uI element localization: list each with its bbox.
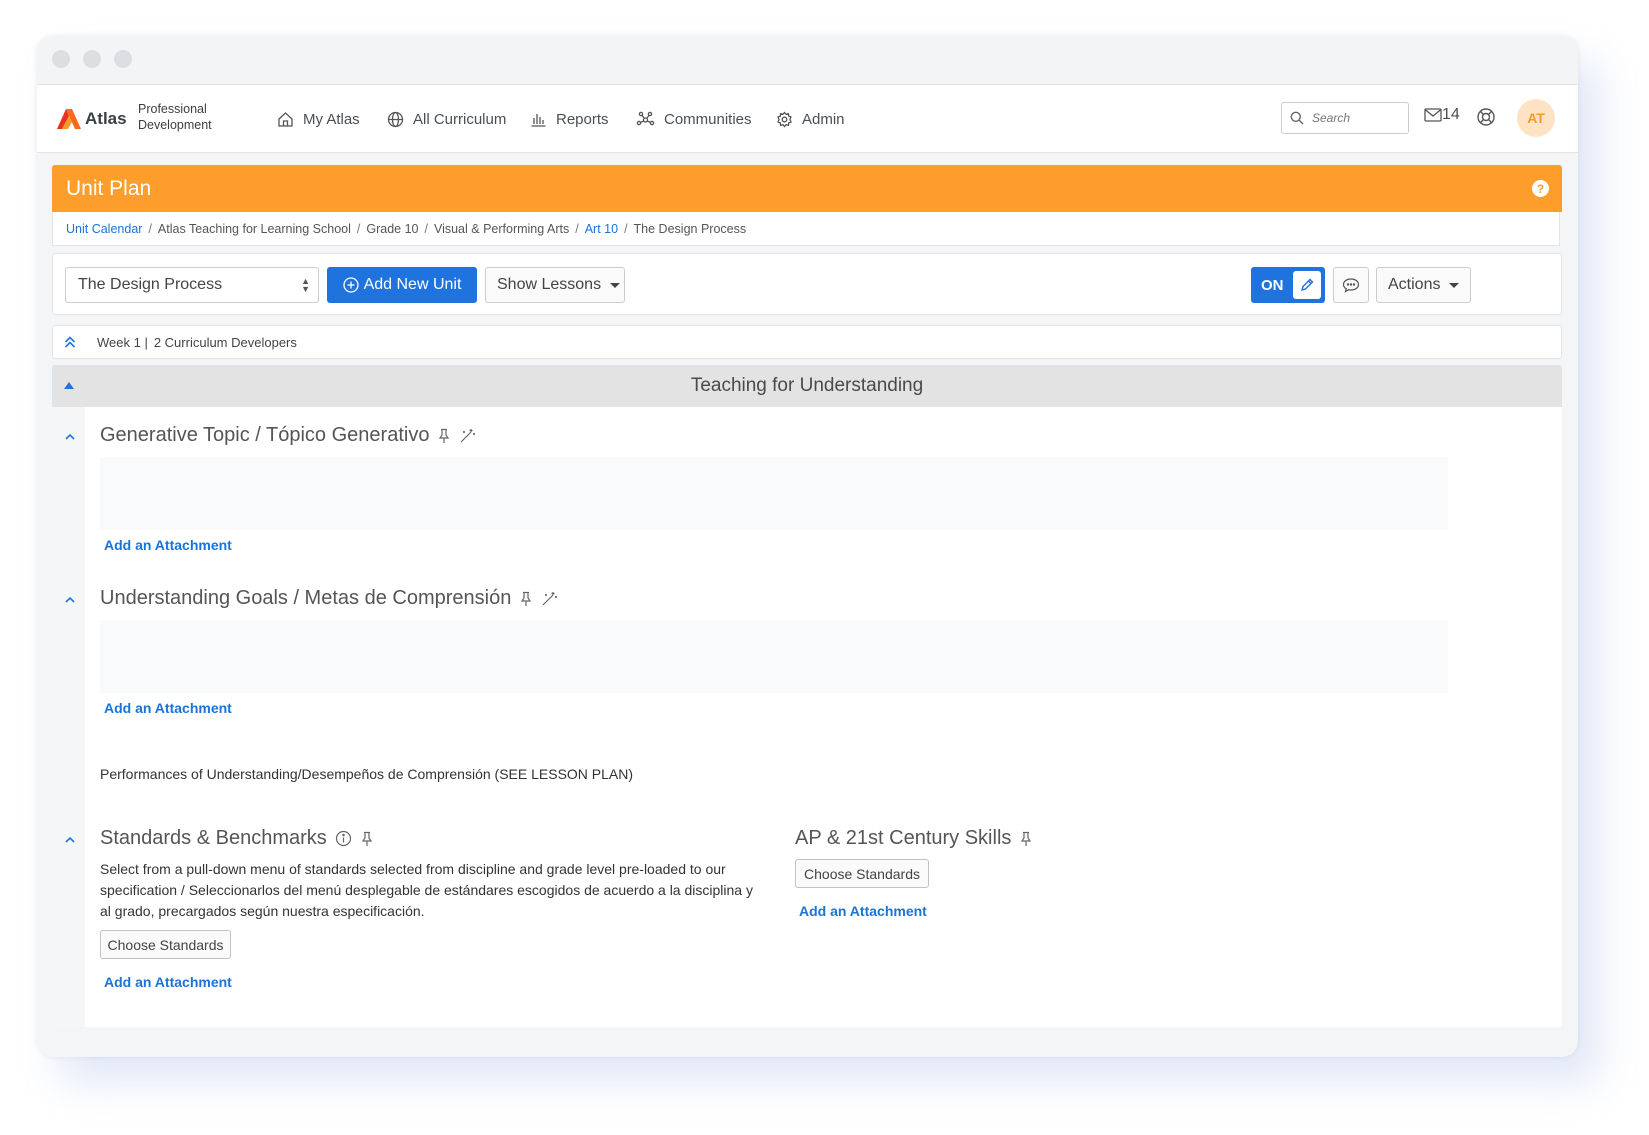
window-titlebar [37,36,1578,85]
window-maximize-dot[interactable] [114,50,132,68]
gear-icon [777,110,792,128]
nav-all-curriculum-label: All Curriculum [413,110,507,128]
chevron-up-icon[interactable] [64,834,76,846]
understanding-goals-add-attachment[interactable]: Add an Attachment [104,700,232,716]
page-title: Unit Plan [66,177,152,200]
caret-down-icon [610,282,621,288]
chevron-up-icon[interactable] [64,431,76,443]
magic-wand-icon[interactable] [459,428,476,444]
help-icon[interactable]: ? [1532,180,1549,197]
section-title: Teaching for Understanding [690,375,924,396]
curriculum-developers[interactable]: 2 Curriculum Developers [154,335,297,350]
double-chevron-up-icon[interactable] [64,336,76,348]
breadcrumb-unit-calendar[interactable]: Unit Calendar [66,222,142,236]
understanding-goals-editor[interactable] [100,620,1448,693]
breadcrumb-department: Visual & Performing Arts [433,221,570,236]
breadcrumb-school: Atlas Teaching for Learning School [157,221,351,236]
generative-topic-label: Generative Topic / Tópico Generativo [100,424,430,446]
nav-communities-label: Communities [664,110,752,128]
nav-reports[interactable]: Reports [530,107,609,131]
breadcrumb-unit: The Design Process [633,221,747,236]
nav-reports-label: Reports [556,110,609,128]
pin-icon[interactable] [360,831,374,847]
nav-admin-label: Admin [802,110,845,128]
magic-wand-icon[interactable] [541,591,558,607]
week-label: Week 1 | [97,334,148,350]
product-name: Professional Development [138,102,212,132]
breadcrumb-grade: Grade 10 [366,221,419,236]
edit-mode-toggle[interactable]: ON [1251,267,1325,303]
select-arrows-icon: ▲ ▼ [301,276,310,294]
lifebuoy-icon [1477,108,1495,126]
chevron-up-icon[interactable] [64,594,76,606]
nav-admin[interactable]: Admin [776,107,845,131]
comments-button[interactable] [1333,267,1369,303]
generative-topic-editor[interactable] [100,457,1448,530]
pencil-icon [1293,271,1321,299]
globe-icon [387,111,404,127]
info-icon[interactable] [335,830,352,847]
window-close-dot[interactable] [52,50,70,68]
help-lifebuoy-button[interactable] [1476,107,1496,132]
atlas-logo-icon [57,109,81,129]
standards-description: Select from a pull-down menu of standard… [100,861,753,919]
search-input[interactable] [1310,110,1406,126]
network-icon [636,111,655,125]
show-lessons-label: Show Lessons [497,276,602,293]
atlas-logo[interactable]: Atlas [57,105,127,133]
week-bar: Week 1 | 2 Curriculum Developers [52,325,1562,359]
caret-down-icon [1449,282,1460,288]
house-icon [278,111,293,127]
actions-dropdown[interactable]: Actions [1376,267,1471,303]
performances-label: Performances of Understanding/Desempeños… [100,766,634,782]
generative-topic-add-attachment[interactable]: Add an Attachment [104,537,232,553]
standards-label: Standards & Benchmarks [100,827,327,849]
pin-icon[interactable] [519,591,533,607]
nav-my-atlas[interactable]: My Atlas [277,107,360,131]
breadcrumb-course[interactable]: Art 10 [585,222,618,236]
unit-select[interactable]: The Design Process ▲ ▼ [65,267,319,303]
top-navbar: Atlas Professional Development My Atlas … [37,85,1578,153]
nav-communities[interactable]: Communities [636,107,752,131]
show-lessons-dropdown[interactable]: Show Lessons [485,267,625,303]
search-icon [1290,111,1304,125]
add-new-unit-label: Add New Unit [363,276,462,293]
add-new-unit-button[interactable]: Add New Unit [327,267,477,303]
ap-skills-title: AP & 21st Century Skills [795,827,1033,850]
understanding-goals-title: Understanding Goals / Metas de Comprensi… [100,587,558,610]
pin-icon[interactable] [1019,831,1033,847]
choose-standards-button[interactable]: Choose Standards [100,930,231,959]
standards-title: Standards & Benchmarks [100,827,374,850]
breadcrumb: Unit Calendar / Atlas Teaching for Learni… [52,212,1560,246]
ap-skills-add-attachment[interactable]: Add an Attachment [799,903,927,919]
section-header: Teaching for Understanding [52,365,1562,407]
unit-select-value: The Design Process [78,276,223,293]
nav-my-atlas-label: My Atlas [303,110,360,128]
app-window: Atlas Professional Development My Atlas … [37,36,1578,1057]
generative-topic-title: Generative Topic / Tópico Generativo [100,424,476,447]
toggle-label: ON [1261,276,1284,294]
comment-icon [1342,278,1360,293]
collapse-gutter [52,407,85,1027]
mail-count: 14 [1442,106,1460,123]
plus-circle-icon [342,277,359,293]
unit-plan-header: Unit Plan ? [52,165,1562,212]
user-avatar[interactable]: AT [1517,99,1555,137]
understanding-goals-label: Understanding Goals / Metas de Comprensi… [100,587,512,609]
window-minimize-dot[interactable] [83,50,101,68]
mail-icon [1424,108,1442,122]
actions-label: Actions [1388,276,1441,293]
bar-chart-icon [531,113,546,127]
pin-icon[interactable] [437,428,451,444]
brand-name: Atlas [85,109,127,128]
nav-all-curriculum[interactable]: All Curriculum [387,107,506,131]
ap-skills-label: AP & 21st Century Skills [795,827,1012,849]
mail-button[interactable]: 14 [1424,106,1460,124]
search-box[interactable] [1281,102,1409,134]
ap-choose-standards-button[interactable]: Choose Standards [795,859,929,888]
unit-toolbar: The Design Process ▲ ▼ Add New Unit Show … [52,253,1562,315]
standards-add-attachment[interactable]: Add an Attachment [104,974,232,990]
section-content: Generative Topic / Tópico Generativo Add… [52,407,1562,1027]
